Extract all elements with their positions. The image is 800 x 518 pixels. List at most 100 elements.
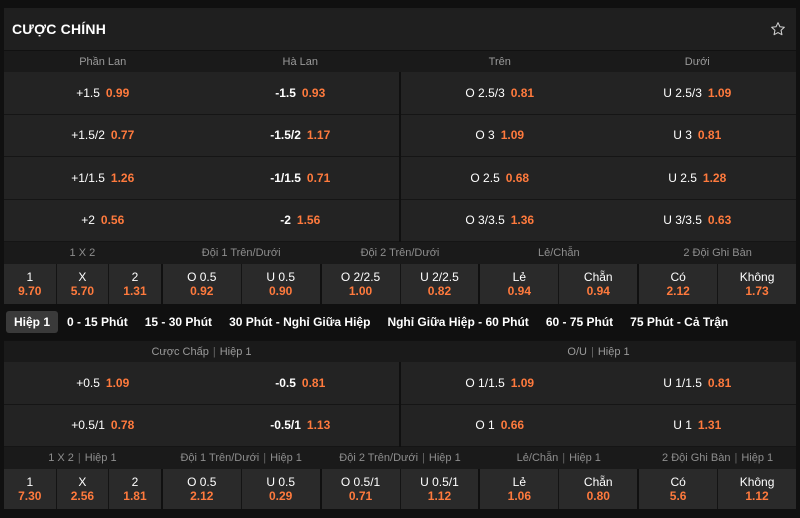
odds-value: 0.81 [697, 128, 722, 143]
market-selection[interactable]: X 5.70 [56, 264, 109, 304]
main-bets-panel: CƯỢC CHÍNH Phần Lan Hà Lan Trên Dưới +1.… [4, 8, 796, 509]
odds-cell[interactable]: +1.5/2 0.77 [4, 114, 202, 157]
odds-cell[interactable]: -0.5/1 1.13 [201, 404, 399, 447]
market-header: Đội 1 Trên/Dưới [201, 247, 281, 259]
market-selection[interactable]: 1 7.30 [4, 469, 56, 509]
market-selection[interactable]: 2 1.81 [109, 469, 161, 509]
odds-cell[interactable]: U 2.5/3 1.09 [598, 72, 796, 115]
market-selection[interactable]: U 0.5/1 1.12 [400, 469, 479, 509]
odds-cell[interactable]: +1.5 0.99 [4, 72, 202, 115]
odds-cell[interactable]: O 3/3.5 1.36 [401, 199, 599, 242]
star-icon[interactable] [768, 19, 788, 39]
market-header: 2 Đội Ghi Bàn [683, 247, 752, 259]
odds-cell[interactable]: O 2.5 0.68 [401, 157, 599, 200]
odds-line: -1.5 [275, 85, 296, 100]
period-tab[interactable]: 30 Phút - Nghỉ Giữa Hiệp [221, 311, 378, 333]
market-selection[interactable]: U 0.5 0.29 [241, 469, 320, 509]
market-header: Đội 2 Trên/Dưới [360, 247, 440, 259]
selection-label: 1 [26, 269, 34, 284]
market-header: Đội 1 Trên/Dưới | Hiệp 1 [163, 447, 320, 469]
separator: | [562, 452, 566, 464]
market-selection[interactable]: Không 1.12 [718, 469, 796, 509]
odds-cell[interactable]: O 2.5/3 0.81 [401, 72, 599, 115]
panel-title: CƯỢC CHÍNH [12, 21, 106, 37]
odds-row: +0.5/1 0.78 -0.5/1 1.13 O 1 0.66 U 1 1.31 [4, 404, 796, 447]
odds-cell[interactable]: U 3 0.81 [598, 114, 796, 157]
market-selection[interactable]: X 2.56 [56, 469, 109, 509]
odds-cell[interactable]: U 1 1.31 [598, 404, 796, 447]
odds-cell[interactable]: -1/1.5 0.71 [201, 157, 399, 200]
odds-cell[interactable]: -1.5/2 1.17 [201, 114, 399, 157]
market-selection[interactable]: U 0.5 0.90 [241, 264, 320, 304]
odds-line: O 1/1.5 [465, 375, 505, 390]
odds-cell[interactable]: U 2.5 1.28 [598, 157, 796, 200]
odds-cell[interactable]: O 3 1.09 [401, 114, 599, 157]
odds-line: +0.5/1 [71, 418, 105, 433]
market-selection[interactable]: Chẵn 0.94 [559, 264, 638, 304]
header-period: Hiệp 1 [270, 452, 302, 464]
market-selection[interactable]: Lẻ 1.06 [480, 469, 559, 509]
odds-cell[interactable]: +1/1.5 1.26 [4, 157, 202, 200]
selection-odds: 1.12 [427, 488, 452, 503]
odds-line: +2 [81, 213, 95, 228]
odds-cell[interactable]: U 1/1.5 0.81 [598, 362, 796, 405]
period-tab[interactable]: 60 - 75 Phút [538, 311, 621, 333]
market-selection[interactable]: Chẵn 0.80 [559, 469, 638, 509]
odds-value: 1.09 [707, 85, 732, 100]
selection-label: O 2/2.5 [340, 269, 381, 284]
header-name: Lẻ/Chẵn [516, 452, 559, 464]
market-selection[interactable]: Lẻ 0.94 [480, 264, 559, 304]
header-period: Hiệp 1 [84, 452, 117, 464]
odds-line: O 3 [475, 128, 495, 143]
odds-line: +0.5 [76, 375, 100, 390]
selection-odds: 1.81 [123, 488, 147, 503]
header-name: 1 X 2 [48, 452, 74, 464]
odds-value: 0.81 [301, 375, 326, 390]
odds-value: 0.68 [505, 170, 530, 185]
selection-odds: 1.73 [745, 283, 769, 298]
market-header: 1 X 2 | Hiệp 1 [4, 447, 161, 469]
header-period: Hiệp 1 [741, 452, 774, 464]
market-selection[interactable]: U 2/2.5 0.82 [400, 264, 479, 304]
period-tab[interactable]: 15 - 30 Phút [137, 311, 220, 333]
odds-cell[interactable]: +0.5/1 0.78 [4, 404, 202, 447]
odds-cell[interactable]: U 3/3.5 0.63 [598, 199, 796, 242]
market-selection[interactable]: 2 1.31 [109, 264, 161, 304]
market-selection[interactable]: O 0.5 0.92 [162, 264, 241, 304]
selection-odds: 0.82 [427, 283, 452, 298]
odds-cell[interactable]: O 1/1.5 1.09 [401, 362, 599, 405]
odds-cell[interactable]: -0.5 0.81 [201, 362, 399, 405]
selection-odds: 0.94 [586, 283, 610, 298]
market-selection[interactable]: O 0.5 2.12 [162, 469, 241, 509]
selection-label: U 2/2.5 [420, 269, 459, 284]
column-header-team1: Phần Lan [79, 56, 127, 68]
selection-label: Lẻ [512, 474, 527, 489]
market-selection[interactable]: Có 2.12 [639, 264, 718, 304]
market-group: Có 2.12 Không 1.73 [639, 264, 796, 304]
selection-label: Có [670, 474, 686, 489]
selection-label: X [78, 269, 87, 284]
odds-cell[interactable]: O 1 0.66 [401, 404, 599, 447]
odds-cell[interactable]: -2 1.56 [201, 199, 399, 242]
selection-odds: 1.12 [745, 488, 769, 503]
selection-label: O 0.5 [187, 474, 217, 489]
separator: | [734, 452, 738, 464]
selection-odds: 5.6 [669, 488, 687, 503]
market-selection[interactable]: O 2/2.5 1.00 [321, 264, 400, 304]
period-tab[interactable]: Hiệp 1 [6, 311, 59, 333]
period-tab[interactable]: Nghỉ Giữa Hiệp - 60 Phút [379, 311, 536, 333]
market-selection[interactable]: Không 1.73 [718, 264, 796, 304]
odds-cell[interactable]: +0.5 1.09 [4, 362, 202, 405]
market-selection[interactable]: O 0.5/1 0.71 [321, 469, 400, 509]
panel-header: CƯỢC CHÍNH [4, 8, 796, 50]
header-name: Đội 1 Trên/Dưới [180, 452, 260, 464]
odds-cell[interactable]: +2 0.56 [4, 199, 202, 242]
selection-odds: 9.70 [18, 283, 42, 298]
odds-cell[interactable]: -1.5 0.93 [201, 72, 399, 115]
period-tab[interactable]: 0 - 15 Phút [59, 311, 136, 333]
market-selection[interactable]: 1 9.70 [4, 264, 56, 304]
selection-odds: 0.90 [268, 283, 293, 298]
market-selection[interactable]: Có 5.6 [639, 469, 718, 509]
odds-row: +0.5 1.09 -0.5 0.81 O 1/1.5 1.09 U 1/1.5 0.81 [4, 362, 796, 405]
period-tab[interactable]: 75 Phút - Cả Trận [622, 311, 736, 333]
